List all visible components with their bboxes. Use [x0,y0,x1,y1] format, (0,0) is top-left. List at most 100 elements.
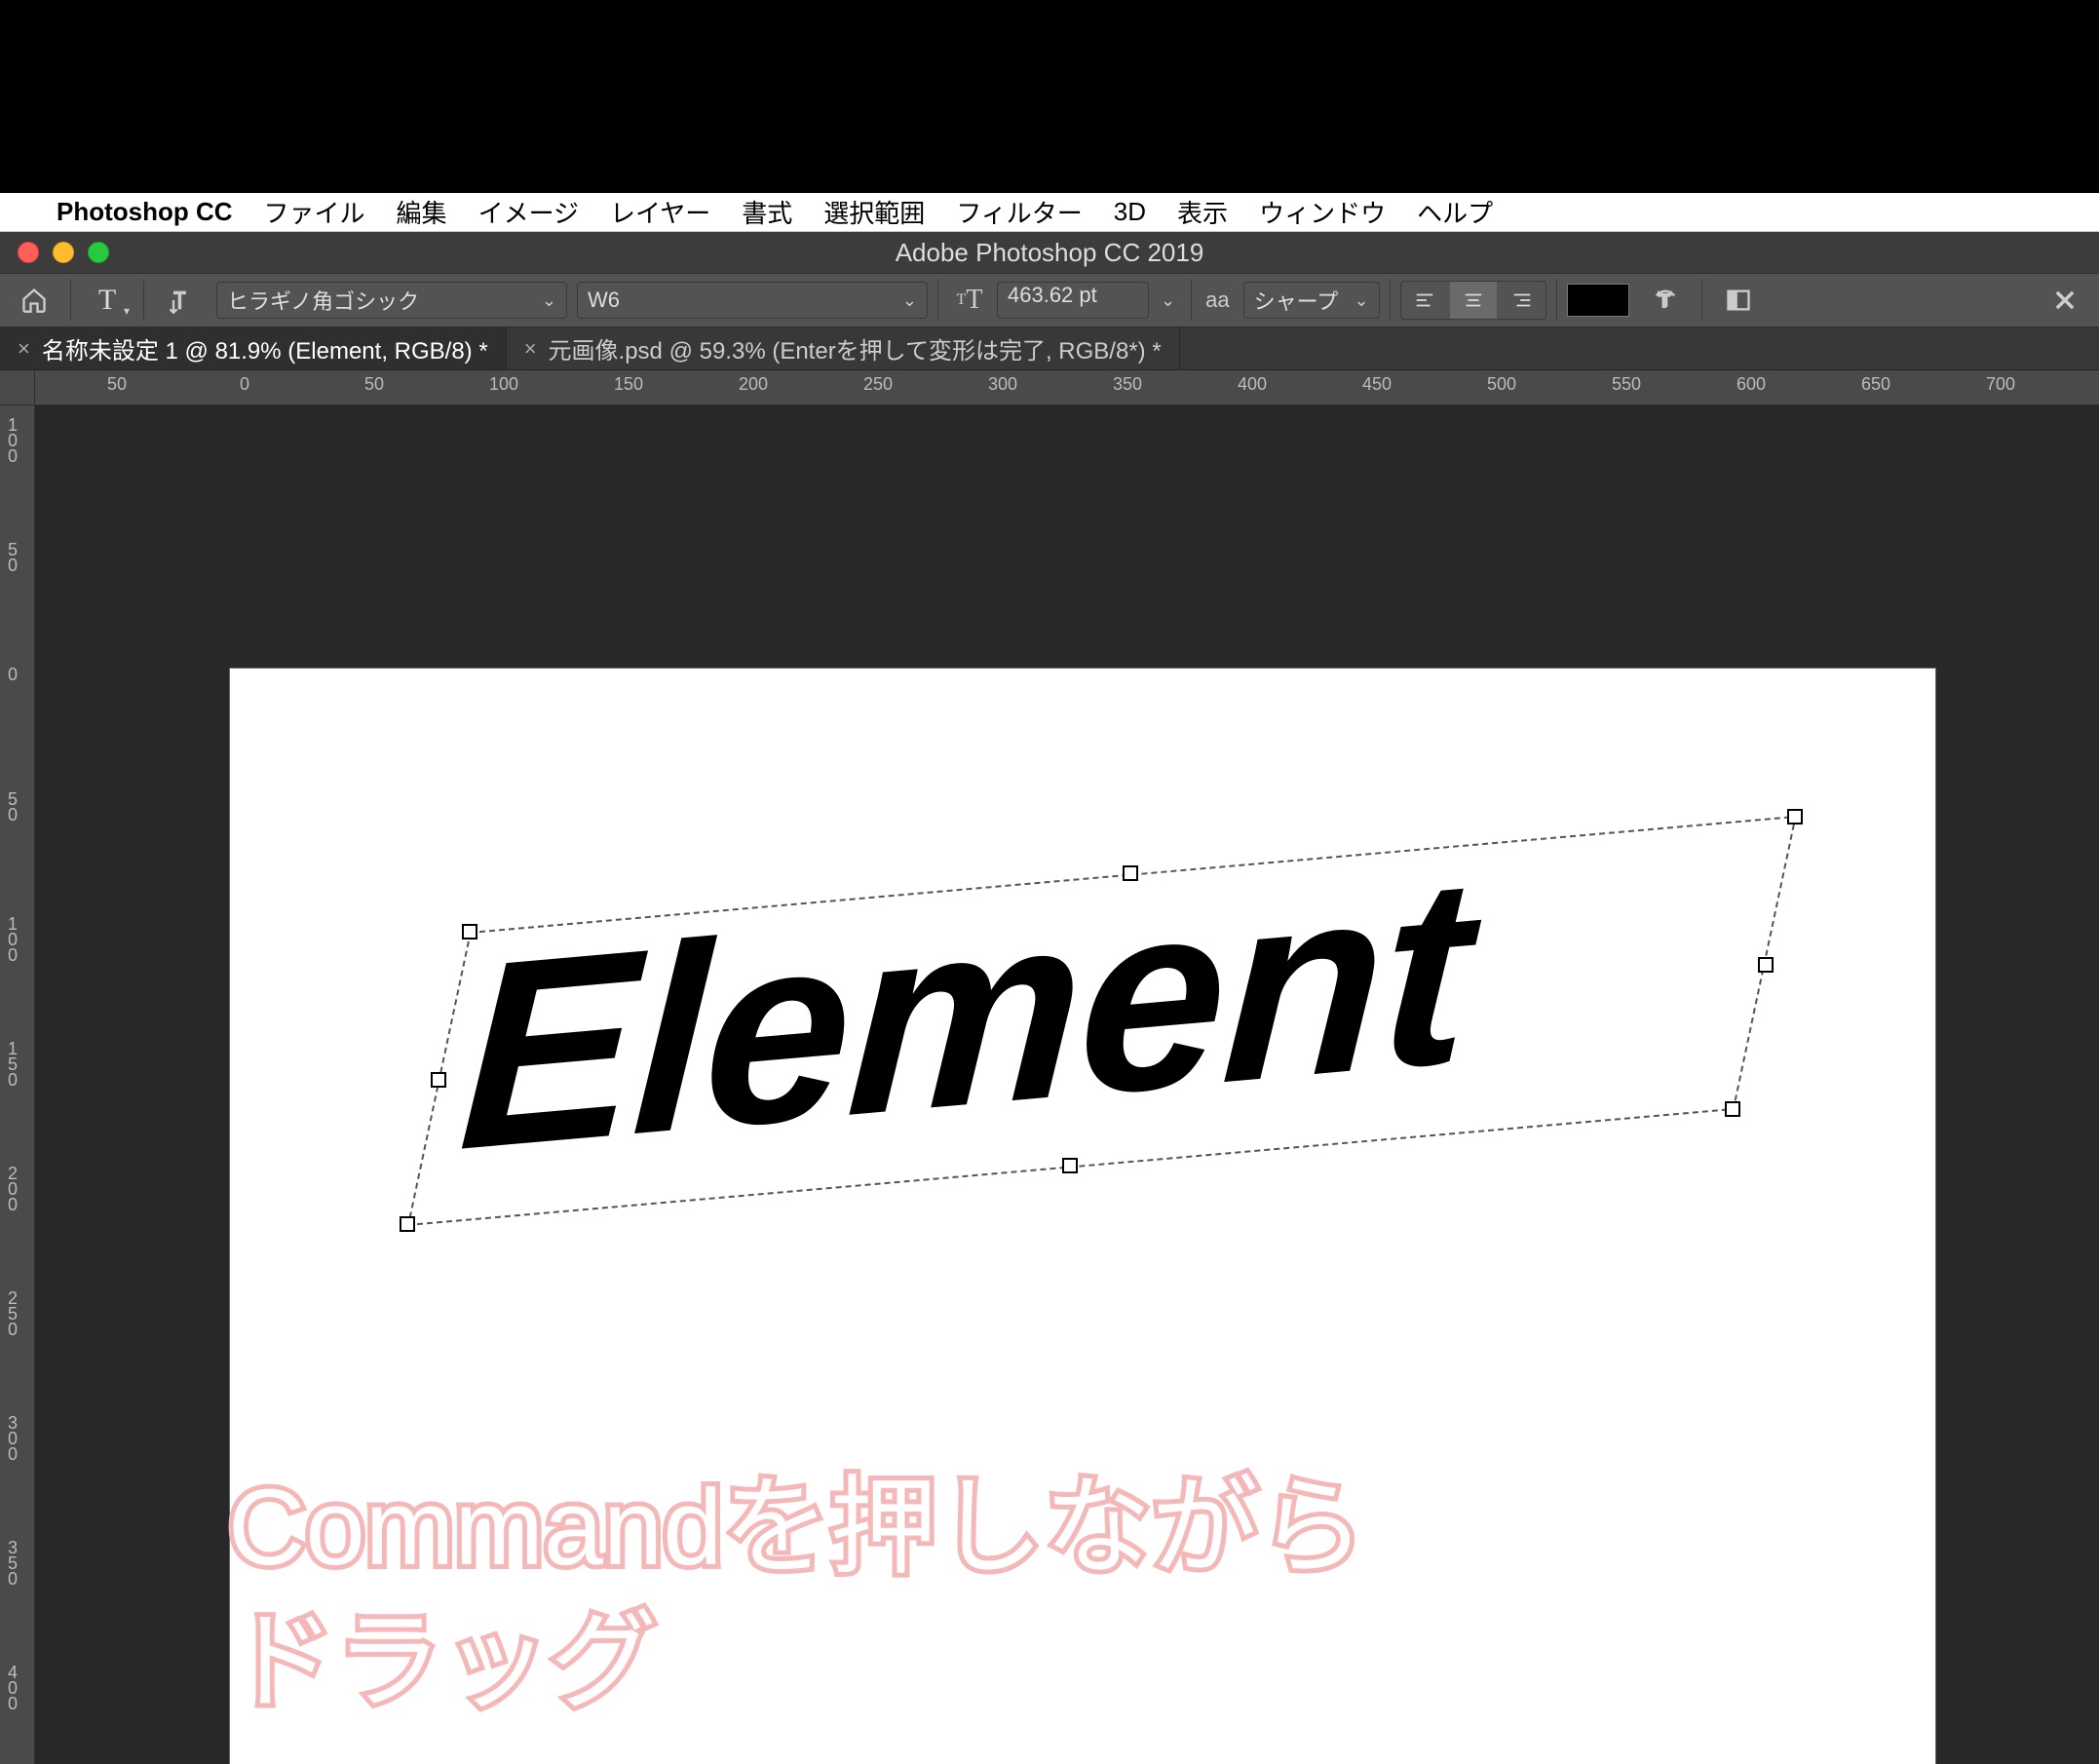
menu-edit[interactable]: 編集 [397,194,447,230]
ruler-tick: 50 [2,540,22,571]
text-color-swatch[interactable] [1567,284,1629,317]
tab-label: 元画像.psd @ 59.3% (Enterを押して変形は完了, RGB/8*)… [549,331,1162,365]
app-name[interactable]: Photoshop CC [57,197,233,227]
divider [937,280,938,321]
annotation-line1: Commandを押しながら [228,1461,1365,1595]
window-titlebar: Adobe Photoshop CC 2019 [0,232,2099,273]
font-size-group: TT 463.62 pt ⌄ [948,279,1181,322]
ruler-tick: 350 [2,1538,22,1585]
svg-text:T: T [1659,290,1669,311]
ruler-tick: 100 [2,415,22,462]
font-weight-dropdown[interactable]: W6 ⌄ [577,282,928,319]
ruler-tick: 150 [614,374,643,395]
transform-handle-tr[interactable] [1787,809,1803,824]
options-bar: T ▾ ヒラギノ角ゴシック ⌄ W6 ⌄ TT 463.62 pt ⌄ aa シ… [0,273,2099,327]
vertical-ruler[interactable]: 100 50 0 50 100 150 200 250 300 350 400 [0,405,35,1764]
text-layer-content[interactable]: Element [454,819,1476,1211]
ruler-tick: 300 [2,1413,22,1460]
text-orientation-button[interactable] [154,279,207,322]
ruler-tick: 350 [1113,374,1142,395]
chevron-down-icon: ⌄ [532,290,556,311]
font-size-value: 463.62 pt [1008,283,1097,307]
font-size-input[interactable]: 463.62 pt [997,282,1149,319]
document-tab-2[interactable]: × 元画像.psd @ 59.3% (Enterを押して変形は完了, RGB/8… [507,327,1180,369]
ruler-tick: 0 [2,665,22,680]
ruler-tick: 200 [2,1164,22,1210]
divider [143,280,144,321]
annotation-overlay: Commandを押しながら ドラッグ [228,1461,1365,1729]
chevron-down-icon: ⌄ [1344,290,1368,311]
ruler-corner[interactable] [0,370,35,405]
transform-handle-mr[interactable] [1758,957,1774,973]
transform-handle-ml[interactable] [431,1072,446,1088]
ruler-tick: 0 [240,374,249,395]
menu-help[interactable]: ヘルプ [1417,194,1493,230]
ruler-tick: 200 [739,374,768,395]
menu-filter[interactable]: フィルター [956,194,1082,230]
antialias-label: aa [1202,288,1233,313]
type-tool-indicator[interactable]: T ▾ [81,279,134,322]
menu-window[interactable]: ウィンドウ [1259,194,1386,230]
menu-image[interactable]: イメージ [478,194,579,230]
menu-3d[interactable]: 3D [1114,197,1146,227]
close-tab-icon[interactable]: × [18,336,30,362]
chevron-down-icon: ⌄ [893,290,917,311]
antialias-value: シャープ [1254,285,1339,316]
mac-menubar: Photoshop CC ファイル 編集 イメージ レイヤー 書式 選択範囲 フ… [0,193,2099,232]
top-black-band [0,0,2099,193]
close-tab-icon[interactable]: × [524,336,537,362]
align-left-button[interactable] [1401,282,1448,319]
ruler-tick: 250 [2,1288,22,1335]
menu-view[interactable]: 表示 [1177,194,1228,230]
warp-text-button[interactable]: T [1639,279,1692,322]
chevron-down-icon[interactable]: ⌄ [1155,290,1181,311]
transform-handle-bl[interactable] [400,1216,415,1232]
workspace: 50 0 50 100 150 200 250 300 350 400 450 … [0,370,2099,1764]
tab-label: 名称未設定 1 @ 81.9% (Element, RGB/8) * [42,331,488,365]
text-align-group [1400,281,1546,320]
ruler-tick: 150 [2,1039,22,1086]
divider [1701,280,1702,321]
align-right-button[interactable] [1499,282,1546,319]
horizontal-ruler[interactable]: 50 0 50 100 150 200 250 300 350 400 450 … [35,370,2099,405]
ruler-tick: 50 [364,374,384,395]
ruler-tick: 700 [1986,374,2015,395]
ruler-tick: 550 [1612,374,1641,395]
document-tab-1[interactable]: × 名称未設定 1 @ 81.9% (Element, RGB/8) * [0,327,507,369]
ruler-tick: 300 [988,374,1017,395]
ruler-tick: 500 [1487,374,1516,395]
cancel-button[interactable] [2039,279,2091,322]
minimize-window-button[interactable] [53,242,74,263]
font-weight-value: W6 [588,288,620,313]
maximize-window-button[interactable] [88,242,109,263]
menu-type[interactable]: 書式 [742,194,792,230]
document-tabs: × 名称未設定 1 @ 81.9% (Element, RGB/8) * × 元… [0,327,2099,370]
divider [1390,280,1391,321]
font-family-dropdown[interactable]: ヒラギノ角ゴシック ⌄ [216,282,567,319]
close-window-button[interactable] [18,242,39,263]
menu-select[interactable]: 選択範囲 [823,194,925,230]
menu-layer[interactable]: レイヤー [610,194,710,230]
divider [1556,280,1557,321]
divider [1191,280,1192,321]
ruler-tick: 600 [1736,374,1766,395]
font-size-icon[interactable]: TT [948,279,991,322]
canvas-viewport[interactable]: Element Commandを押しながら ドラッグ [35,405,2099,1764]
ruler-tick: 400 [1238,374,1267,395]
transform-handle-bm[interactable] [1062,1158,1078,1173]
ruler-tick: 100 [2,914,22,961]
transform-handle-br[interactable] [1725,1101,1740,1117]
ruler-tick: 100 [489,374,518,395]
ruler-tick: 50 [2,789,22,821]
home-button[interactable] [8,279,60,322]
transform-bounding-box[interactable]: Element [401,795,1785,1234]
ruler-tick: 250 [863,374,893,395]
ruler-tick: 400 [2,1663,22,1709]
window-title: Adobe Photoshop CC 2019 [896,238,1204,268]
menu-file[interactable]: ファイル [264,194,365,230]
font-family-value: ヒラギノ角ゴシック [227,285,419,316]
antialias-dropdown[interactable]: シャープ ⌄ [1243,282,1380,319]
align-center-button[interactable] [1450,282,1497,319]
panels-toggle-button[interactable] [1712,279,1765,322]
divider [70,280,71,321]
